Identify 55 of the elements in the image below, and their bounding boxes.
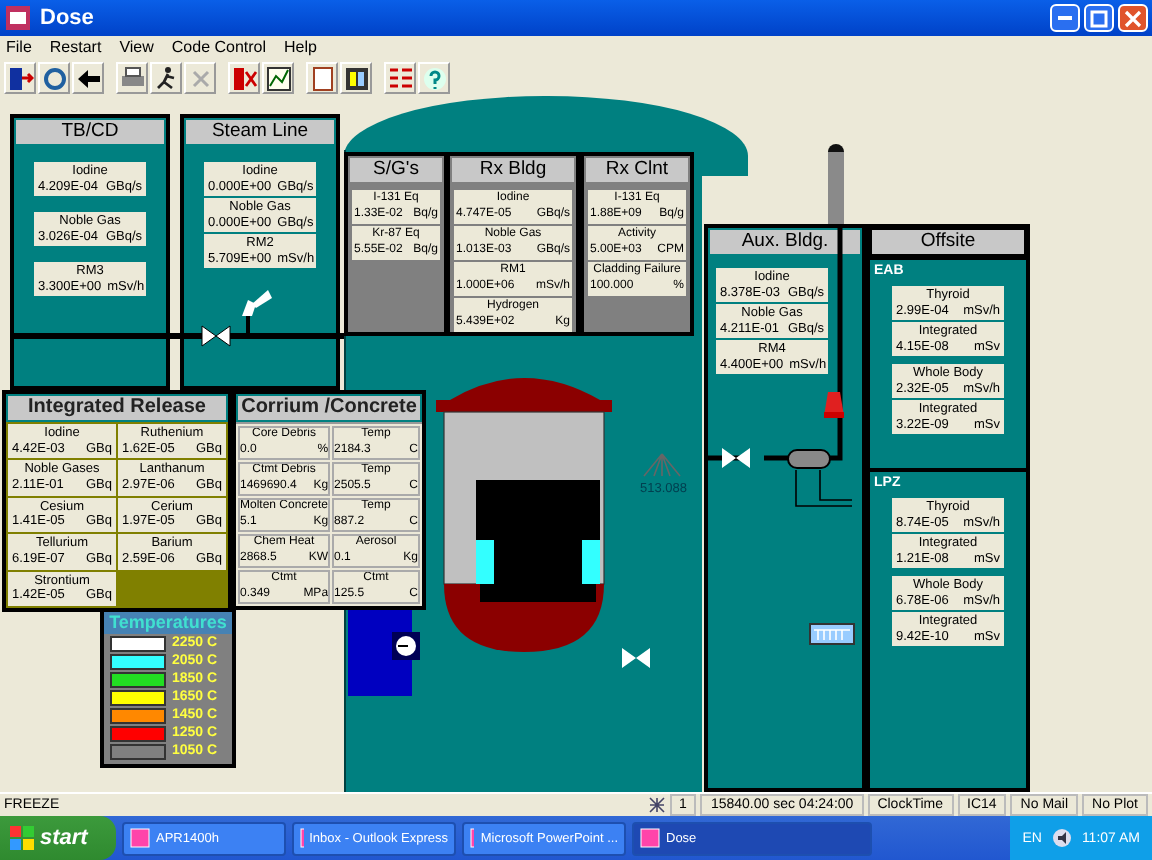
back-arrow-icon — [75, 65, 101, 91]
toolbar-button[interactable] — [262, 62, 294, 94]
toolbar-button[interactable] — [38, 62, 70, 94]
toolbar-button[interactable] — [150, 62, 182, 94]
menu-item[interactable]: View — [119, 36, 154, 60]
door-icon — [231, 65, 257, 91]
tank-icon — [787, 449, 831, 469]
speaker-icon[interactable] — [1051, 828, 1072, 848]
window-title: Dose — [40, 6, 96, 30]
panel-title: Aux. Bldg. — [710, 230, 860, 254]
app-icon — [4, 4, 32, 32]
panel-title: S/G's — [350, 158, 442, 182]
valve-icon — [722, 448, 750, 468]
close-icon — [1124, 9, 1142, 27]
windows-logo-icon — [10, 826, 34, 850]
toolbar-button[interactable] — [116, 62, 148, 94]
panel-title: Offsite — [872, 230, 1024, 254]
close-icon — [187, 65, 213, 91]
menu-item[interactable]: Code Control — [171, 36, 267, 60]
toolbar-button[interactable] — [72, 62, 104, 94]
refresh-icon — [41, 65, 67, 91]
panel-title: Rx Bldg — [452, 158, 574, 182]
panel-title: Steam Line — [186, 120, 334, 144]
toolbar-button[interactable] — [4, 62, 36, 94]
exit-icon — [7, 65, 33, 91]
relief-valve-icon — [242, 290, 272, 334]
start-button[interactable]: start — [0, 816, 116, 860]
pump-icon — [392, 632, 420, 660]
panel-title: Rx Clnt — [586, 158, 688, 182]
valve-icon — [622, 648, 650, 668]
maximize-icon — [1090, 9, 1108, 27]
panel-title: Integrated Release — [8, 396, 226, 420]
menu-item[interactable]: Help — [284, 36, 317, 60]
legend-title: Temperatures — [104, 612, 232, 634]
printer-icon — [119, 65, 145, 91]
help-icon — [421, 65, 447, 91]
chart-icon — [265, 65, 291, 91]
toolbar-button[interactable] — [306, 62, 338, 94]
toolbar-button[interactable] — [340, 62, 372, 94]
menu-item[interactable]: File — [6, 36, 32, 60]
close-button[interactable] — [1118, 4, 1148, 32]
alarm-icon — [824, 392, 844, 418]
list-icon — [387, 65, 413, 91]
page-icon — [309, 65, 335, 91]
panel-icon — [343, 65, 369, 91]
minimize-button[interactable] — [1050, 4, 1080, 32]
panel-title: Corrium /Concrete — [238, 396, 420, 420]
maximize-button[interactable] — [1084, 4, 1114, 32]
runner-icon — [153, 65, 179, 91]
keyboard-icon — [809, 623, 855, 645]
menu-item[interactable]: Restart — [49, 36, 102, 60]
valve-icon — [201, 325, 231, 347]
minimize-icon — [1058, 16, 1072, 20]
panel-title: TB/CD — [16, 120, 164, 144]
gauge-lines-drawing — [643, 453, 681, 477]
